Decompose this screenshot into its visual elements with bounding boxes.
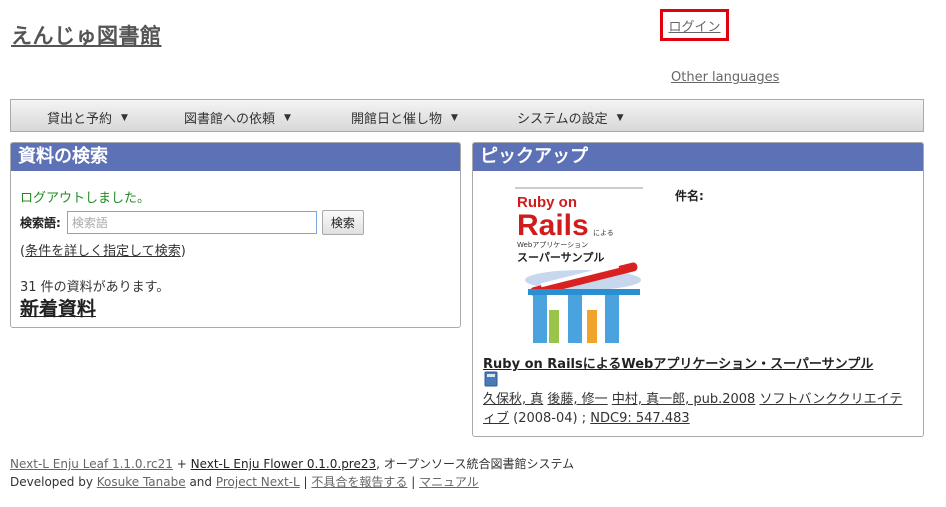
ndc-link[interactable]: NDC9: 547.483 [590, 411, 689, 426]
item-count-text: 31 件の資料があります。 [20, 280, 170, 295]
login-link[interactable]: ログイン [668, 16, 720, 35]
author-link[interactable]: 後藤, 修一 [547, 392, 607, 407]
footer: Next-L Enju Leaf 1.1.0.rc21 + Next-L Enj… [10, 455, 574, 491]
site-title[interactable]: えんじゅ図書館 [11, 20, 162, 50]
search-row: 検索語: 検索 [20, 210, 364, 235]
nav-system-settings-menu[interactable]: システムの設定 ▼ [517, 108, 624, 127]
cover-super: スーパーサンプル [517, 250, 604, 264]
caret-down-icon: ▼ [284, 112, 291, 123]
nav-circulation-menu[interactable]: 貸出と予約 ▼ [47, 108, 128, 127]
cover-rails: Rails [517, 209, 589, 242]
separator: ; [581, 411, 587, 426]
search-input[interactable] [66, 211, 317, 234]
caret-down-icon: ▼ [121, 112, 128, 123]
pickup-panel: ピックアップ Ruby on Rails による Webアプリケーション スーパ… [472, 142, 924, 437]
logout-message: ログアウトしました。 [20, 191, 151, 206]
other-languages-link[interactable]: Other languages [671, 70, 779, 85]
nav-label: 図書館への依頼 [184, 112, 276, 127]
search-label: 検索語: [20, 216, 61, 230]
main-navbar: 貸出と予約 ▼ 図書館への依頼 ▼ 開館日と催し物 ▼ システムの設定 ▼ [10, 99, 924, 132]
author-link[interactable]: 中村, 真一郎, pub.2008 [612, 392, 756, 407]
project-link[interactable]: Project Next-L [216, 475, 300, 489]
login-highlight-box: ログイン [660, 9, 729, 41]
cover-web: Webアプリケーション [517, 241, 588, 249]
developer-link[interactable]: Kosuke Tanabe [97, 475, 186, 489]
book-meta: 久保秋, 真 後藤, 修一 中村, 真一郎, pub.2008 ソフトバンククリ… [483, 390, 913, 428]
advanced-search-link[interactable]: 条件を詳しく指定して検索 [25, 244, 181, 259]
search-panel-title: 資料の検索 [11, 143, 460, 171]
new-items-link[interactable]: 新着資料 [20, 294, 96, 321]
nav-events-menu[interactable]: 開館日と催し物 ▼ [351, 108, 458, 127]
nav-request-menu[interactable]: 図書館への依頼 ▼ [184, 108, 291, 127]
book-cover-image[interactable]: Ruby on Rails による Webアプリケーション スーパーサンプル [513, 185, 645, 343]
footer-plus: + [176, 457, 187, 471]
book-icon [484, 371, 498, 387]
caret-down-icon: ▼ [451, 112, 458, 123]
paren-close: ) [180, 244, 186, 259]
cover-niyoru: による [593, 229, 614, 237]
enju-flower-link[interactable]: Next-L Enju Flower 0.1.0.pre23 [191, 457, 377, 471]
nav-label: システムの設定 [517, 112, 608, 127]
pub-date: (2008-04) [513, 411, 578, 426]
pickup-panel-title: ピックアップ [473, 143, 923, 171]
nav-label: 開館日と催し物 [351, 112, 443, 127]
enju-leaf-link[interactable]: Next-L Enju Leaf 1.1.0.rc21 [10, 457, 173, 471]
advanced-search: (条件を詳しく指定して検索) [20, 240, 186, 259]
footer-and: and [189, 475, 213, 489]
developed-by: Developed by [10, 475, 93, 489]
nav-label: 貸出と予約 [47, 112, 113, 127]
report-bug-link[interactable]: 不具合を報告する [311, 475, 407, 489]
search-button[interactable]: 検索 [321, 210, 364, 235]
footer-desc: , オープンソース統合図書館システム [376, 457, 575, 471]
footer-line-2: Developed by Kosuke Tanabe and Project N… [10, 473, 574, 491]
caret-down-icon: ▼ [616, 112, 624, 123]
book-title-link[interactable]: Ruby on RailsによるWebアプリケーション・スーパーサンプル [483, 353, 873, 372]
item-name-label: 件名: [675, 189, 704, 203]
author-link[interactable]: 久保秋, 真 [483, 392, 543, 407]
search-panel: 資料の検索 ログアウトしました。 検索語: 検索 (条件を詳しく指定して検索) … [10, 142, 461, 328]
footer-pipe: | [411, 475, 416, 489]
manual-link[interactable]: マニュアル [419, 475, 479, 489]
footer-line-1: Next-L Enju Leaf 1.1.0.rc21 + Next-L Enj… [10, 455, 574, 473]
footer-pipe: | [303, 475, 308, 489]
